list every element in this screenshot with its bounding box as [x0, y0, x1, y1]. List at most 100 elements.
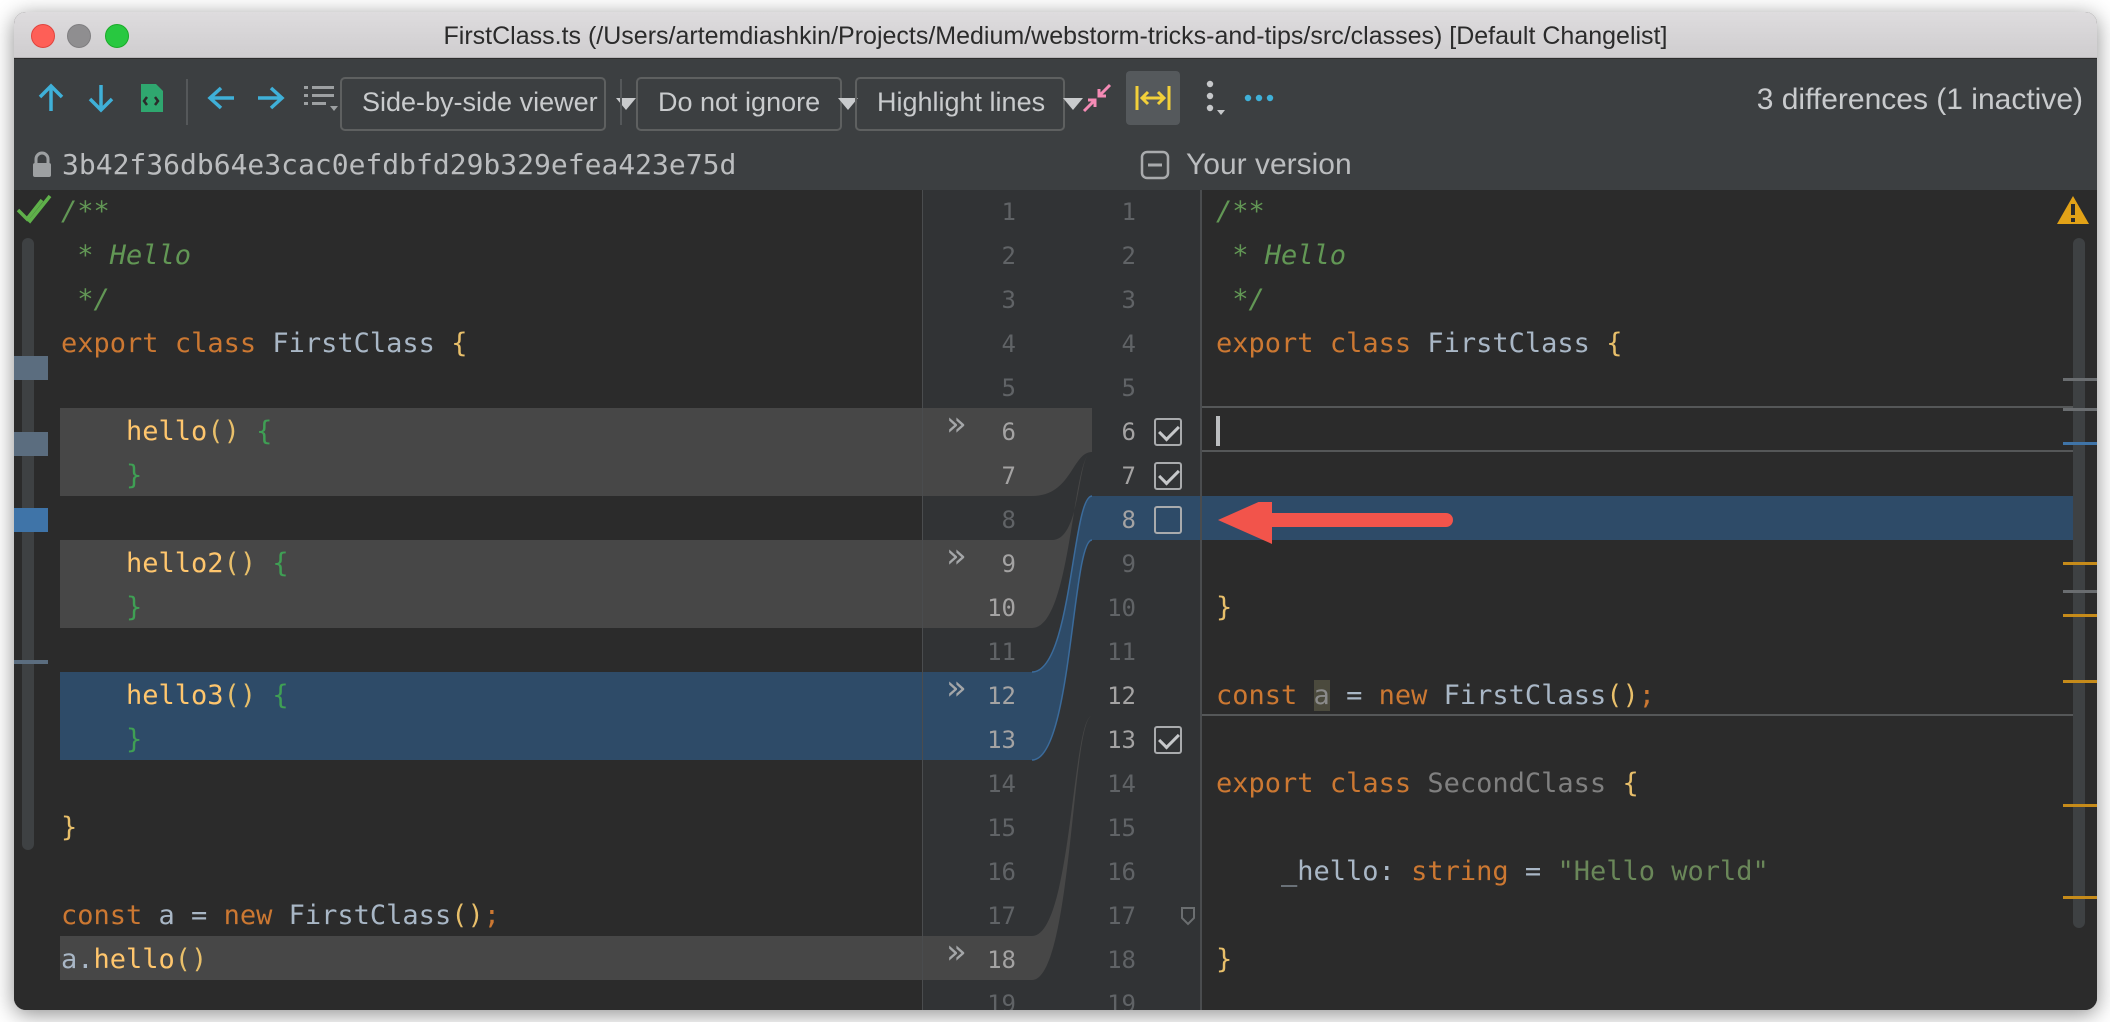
diff-window: FirstClass.ts (/Users/artemdiashkin/Proj…	[14, 12, 2097, 1010]
arrow-down-icon[interactable]	[80, 77, 122, 119]
line-number: 3	[1001, 286, 1016, 314]
right-scrollbar[interactable]	[2073, 238, 2085, 928]
left-panel-header: 3b42f36db64e3cac0efdbfd29b329efea423e75d	[32, 148, 736, 181]
jump-to-source-icon[interactable]	[130, 77, 172, 119]
include-change-checkbox[interactable]	[1154, 418, 1182, 446]
text-caret	[1216, 416, 1220, 446]
code-line: */	[1216, 284, 1265, 315]
fold-marker-icon[interactable]	[1180, 906, 1196, 928]
code-line: /**	[61, 196, 110, 227]
arrow-up-icon[interactable]	[30, 77, 72, 119]
code-line: hello2() {	[126, 548, 289, 579]
change-separator	[1202, 450, 2085, 452]
change-marker	[2063, 614, 2097, 617]
line-number: 2	[1121, 242, 1136, 270]
panel-headers: 3b42f36db64e3cac0efdbfd29b329efea423e75d…	[14, 140, 2097, 190]
change-marker	[14, 356, 48, 380]
line-number: 14	[987, 770, 1016, 798]
line-number: 17	[1107, 902, 1136, 930]
change-marker	[2063, 442, 2097, 445]
ellipsis-icon[interactable]	[1238, 77, 1280, 119]
change-marker	[2063, 562, 2097, 565]
arrow-right-icon[interactable]	[250, 77, 292, 119]
code-line: export class FirstClass {	[1216, 328, 1623, 359]
line-number: 11	[987, 638, 1016, 666]
lock-icon	[33, 151, 51, 177]
differences-status: 3 differences (1 inactive)	[1756, 83, 2083, 116]
code-line: }	[126, 460, 143, 491]
apply-change-icon[interactable]: »	[946, 932, 967, 972]
code-line: a.hello()	[61, 944, 208, 975]
code-line: }	[126, 724, 143, 755]
line-number: 7	[1121, 462, 1136, 490]
apply-change-icon[interactable]: »	[946, 536, 967, 576]
line-number: 6	[1001, 418, 1016, 446]
changes-list-icon[interactable]	[300, 77, 342, 119]
line-number: 17	[987, 902, 1016, 930]
warning-icon[interactable]	[2055, 194, 2091, 226]
left-editor[interactable]: /** * Hello */ export class FirstClass {…	[14, 190, 922, 1010]
line-number: 13	[987, 726, 1016, 754]
line-number: 12	[1107, 682, 1136, 710]
apply-change-icon[interactable]: »	[946, 668, 967, 708]
code-line: }	[1216, 944, 1233, 975]
ignore-whitespace-dropdown[interactable]: Do not ignore	[636, 77, 859, 131]
left-scrollbar[interactable]	[22, 238, 34, 850]
diff-gutter: » » » » 1 2 3 4 5 6 7 8 9 10 11 12 13 14 15 16 17 18 19 12…	[922, 190, 1202, 1010]
right-panel-header: Your version	[1140, 148, 1352, 182]
change-marker	[2063, 680, 2097, 683]
arrow-left-icon[interactable]	[200, 77, 242, 119]
line-number: 18	[987, 946, 1016, 974]
change-marker	[2063, 378, 2097, 381]
code-line: hello3() {	[126, 680, 289, 711]
revision-hash: 3b42f36db64e3cac0efdbfd29b329efea423e75d	[62, 148, 737, 181]
code-line: */	[61, 284, 110, 315]
viewer-mode-dropdown[interactable]: Side-by-side viewer	[340, 77, 636, 131]
title-bar: FirstClass.ts (/Users/artemdiashkin/Proj…	[14, 12, 2097, 58]
diff-toolbar: Side-by-side viewer Do not ignore Highli…	[14, 59, 2097, 141]
line-number: 19	[987, 990, 1016, 1010]
code-line: }	[61, 812, 78, 843]
change-separator	[1202, 406, 2085, 408]
highlight-mode-dropdown[interactable]: Highlight lines	[855, 77, 1084, 131]
collapse-unchanged-icon[interactable]	[1076, 77, 1118, 119]
include-change-checkbox[interactable]	[1154, 506, 1182, 534]
line-number: 1	[1001, 198, 1016, 226]
line-number: 14	[1107, 770, 1136, 798]
code-line: const a = new FirstClass();	[1216, 680, 1655, 711]
line-number: 4	[1001, 330, 1016, 358]
line-number: 16	[987, 858, 1016, 886]
line-number: 2	[1001, 242, 1016, 270]
line-number: 15	[987, 814, 1016, 842]
code-line: const a = new FirstClass();	[61, 900, 500, 931]
code-line: * Hello	[1216, 240, 1347, 271]
line-number: 10	[987, 594, 1016, 622]
code-line: export class FirstClass {	[61, 328, 468, 359]
line-number: 10	[1107, 594, 1136, 622]
more-actions-icon[interactable]	[1194, 77, 1236, 119]
change-marker	[14, 432, 48, 456]
include-change-checkbox[interactable]	[1154, 462, 1182, 490]
line-number: 8	[1121, 506, 1136, 534]
line-number: 16	[1107, 858, 1136, 886]
checkmark-icon	[16, 194, 52, 224]
apply-change-icon[interactable]: »	[946, 404, 967, 444]
line-number: 15	[1107, 814, 1136, 842]
change-marker	[2063, 590, 2097, 593]
line-number: 3	[1121, 286, 1136, 314]
include-change-checkbox[interactable]	[1154, 726, 1182, 754]
line-number: 5	[1121, 374, 1136, 402]
collapse-panel-icon[interactable]	[1140, 150, 1170, 180]
line-number: 13	[1107, 726, 1136, 754]
line-number: 19	[1107, 990, 1136, 1010]
chevron-down-icon	[615, 97, 636, 110]
line-number: 6	[1121, 418, 1136, 446]
change-marker	[2063, 408, 2097, 411]
code-line: _hello: string = "Hello world"	[1281, 856, 1769, 887]
line-number: 5	[1001, 374, 1016, 402]
change-marker	[2063, 804, 2097, 807]
line-number: 11	[1107, 638, 1136, 666]
sync-scroll-icon[interactable]	[1126, 71, 1180, 125]
code-line: }	[126, 592, 143, 623]
right-editor[interactable]: /** * Hello */ export class FirstClass {…	[1202, 190, 2097, 1010]
